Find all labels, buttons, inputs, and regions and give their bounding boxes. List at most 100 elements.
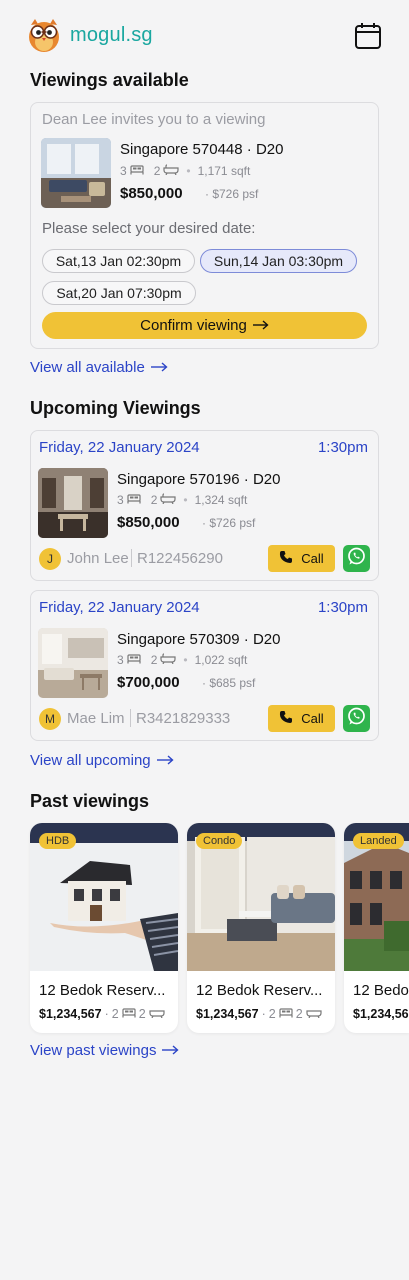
agent-name: Mae Lim bbox=[67, 710, 125, 727]
bed-count: 2 bbox=[268, 1007, 276, 1021]
property-price: $1,234,567 bbox=[196, 1007, 259, 1021]
date-chip[interactable]: Sat,13 Jan 02:30pm bbox=[42, 249, 195, 273]
section-title-past: Past viewings bbox=[30, 791, 150, 811]
property-price: $1,234,56 bbox=[353, 1007, 409, 1021]
bed-icon bbox=[127, 653, 141, 667]
bed-icon bbox=[122, 1007, 136, 1021]
date-chip-selected[interactable]: Sun,14 Jan 03:30pm bbox=[200, 249, 357, 273]
bed-icon bbox=[127, 493, 141, 507]
property-size: 1,022 sqft bbox=[194, 653, 248, 667]
bed-icon bbox=[279, 1007, 293, 1021]
bath-icon bbox=[163, 164, 179, 178]
bath-icon bbox=[149, 1007, 165, 1021]
phone-icon bbox=[279, 550, 293, 567]
bed-icon bbox=[130, 164, 144, 178]
property-thumbnail[interactable] bbox=[41, 138, 111, 208]
past-viewing-card[interactable]: HDB 12 Bedok Reserv... $1,234,567 · 2 2 bbox=[30, 823, 178, 1033]
agent-name: John Lee bbox=[67, 550, 129, 567]
bath-icon bbox=[160, 653, 176, 667]
property-meta: 3 2 • 1,171 sqft bbox=[120, 164, 251, 178]
upcoming-viewing-card[interactable]: Friday, 22 January 2024 1:30pm Singapore… bbox=[30, 430, 379, 581]
app-header: mogul.sg bbox=[0, 0, 409, 72]
call-button[interactable]: Call bbox=[268, 545, 335, 572]
whatsapp-icon bbox=[347, 707, 366, 731]
property-size: 1,324 sqft bbox=[194, 493, 248, 507]
property-meta: 3 2 • 1,324 sqft bbox=[117, 493, 248, 507]
arrow-right-icon bbox=[150, 359, 168, 376]
arrow-right-icon bbox=[162, 1042, 180, 1059]
property-type-badge: Landed bbox=[353, 833, 404, 849]
agent-avatar: J bbox=[39, 548, 61, 570]
select-date-prompt: Please select your desired date: bbox=[42, 220, 256, 237]
section-title-upcoming: Upcoming Viewings bbox=[30, 398, 201, 418]
viewing-time: 1:30pm bbox=[317, 599, 368, 616]
property-title[interactable]: Singapore 570448 · D20 bbox=[120, 141, 283, 158]
date-chip[interactable]: Sat,20 Jan 07:30pm bbox=[42, 281, 196, 305]
property-meta: 3 2 • 1,022 sqft bbox=[117, 653, 248, 667]
view-past-viewings-link[interactable]: View past viewings bbox=[30, 1042, 180, 1059]
bath-count: 2 bbox=[150, 653, 158, 667]
bed-count: 3 bbox=[120, 164, 127, 178]
calendar-icon[interactable] bbox=[354, 22, 382, 50]
upcoming-viewing-card[interactable]: Friday, 22 January 2024 1:30pm Singapore… bbox=[30, 590, 379, 741]
view-all-available-link[interactable]: View all available bbox=[30, 359, 168, 376]
viewing-date: Friday, 22 January 2024 bbox=[39, 439, 200, 456]
property-psf: · $726 psf bbox=[205, 187, 259, 201]
brand-name: mogul.sg bbox=[70, 23, 153, 46]
call-label: Call bbox=[301, 551, 324, 566]
bed-count: 3 bbox=[117, 493, 124, 507]
section-title-available: Viewings available bbox=[30, 70, 189, 90]
property-size: 1,171 sqft bbox=[197, 164, 251, 178]
property-name: 12 Bedok Reserv... bbox=[196, 982, 323, 999]
past-viewing-card[interactable]: Condo 12 Bedok Reserv... $1,234,567 · 2 … bbox=[187, 823, 335, 1033]
bath-count: 2 bbox=[295, 1007, 303, 1021]
bath-count: 2 bbox=[150, 493, 158, 507]
agent-avatar: M bbox=[39, 708, 61, 730]
call-label: Call bbox=[301, 711, 324, 726]
view-all-available-label: View all available bbox=[30, 359, 145, 376]
divider bbox=[131, 549, 132, 567]
property-price: $850,000 bbox=[120, 185, 183, 202]
phone-icon bbox=[279, 710, 293, 727]
owl-logo-icon bbox=[26, 17, 62, 53]
arrow-right-icon bbox=[252, 317, 269, 334]
invite-card: Dean Lee invites you to a viewing Singap… bbox=[30, 102, 379, 349]
property-meta: $1,234,567 · 2 2 bbox=[196, 1007, 322, 1021]
property-psf: · $726 psf bbox=[202, 516, 256, 530]
property-name: 12 Bedok Reserv... bbox=[39, 982, 166, 999]
property-name: 12 Bedo bbox=[353, 982, 409, 999]
property-title[interactable]: Singapore 570196 · D20 bbox=[117, 471, 280, 488]
confirm-viewing-button[interactable]: Confirm viewing bbox=[42, 312, 367, 339]
property-psf: · $685 psf bbox=[202, 676, 256, 690]
confirm-viewing-label: Confirm viewing bbox=[140, 317, 247, 334]
property-price: $1,234,567 bbox=[39, 1007, 102, 1021]
viewing-time: 1:30pm bbox=[317, 439, 368, 456]
property-type-badge: Condo bbox=[196, 833, 243, 849]
property-thumbnail[interactable] bbox=[38, 468, 108, 538]
past-viewing-card[interactable]: Landed 12 Bedo $1,234,56 bbox=[344, 823, 409, 1033]
bath-icon bbox=[160, 493, 176, 507]
bath-count: 2 bbox=[138, 1007, 146, 1021]
property-thumbnail[interactable] bbox=[38, 628, 108, 698]
view-past-viewings-label: View past viewings bbox=[30, 1042, 157, 1059]
arrow-right-icon bbox=[156, 752, 174, 769]
viewing-date: Friday, 22 January 2024 bbox=[39, 599, 200, 616]
property-meta: $1,234,567 · 2 2 bbox=[39, 1007, 165, 1021]
property-price: $850,000 bbox=[117, 514, 180, 531]
call-button[interactable]: Call bbox=[268, 705, 335, 732]
brand-logo[interactable]: mogul.sg bbox=[26, 17, 153, 53]
whatsapp-icon bbox=[347, 547, 366, 571]
invite-text: Dean Lee invites you to a viewing bbox=[42, 111, 266, 128]
divider bbox=[130, 709, 131, 727]
property-type-badge: HDB bbox=[39, 833, 77, 849]
bath-icon bbox=[306, 1007, 322, 1021]
whatsapp-button[interactable] bbox=[343, 545, 370, 572]
agent-registration: R122456290 bbox=[137, 550, 223, 567]
view-all-upcoming-label: View all upcoming bbox=[30, 752, 151, 769]
bath-count: 2 bbox=[153, 164, 161, 178]
property-title[interactable]: Singapore 570309 · D20 bbox=[117, 631, 280, 648]
property-meta: $1,234,56 bbox=[353, 1007, 409, 1021]
view-all-upcoming-link[interactable]: View all upcoming bbox=[30, 752, 174, 769]
whatsapp-button[interactable] bbox=[343, 705, 370, 732]
property-price: $700,000 bbox=[117, 674, 180, 691]
